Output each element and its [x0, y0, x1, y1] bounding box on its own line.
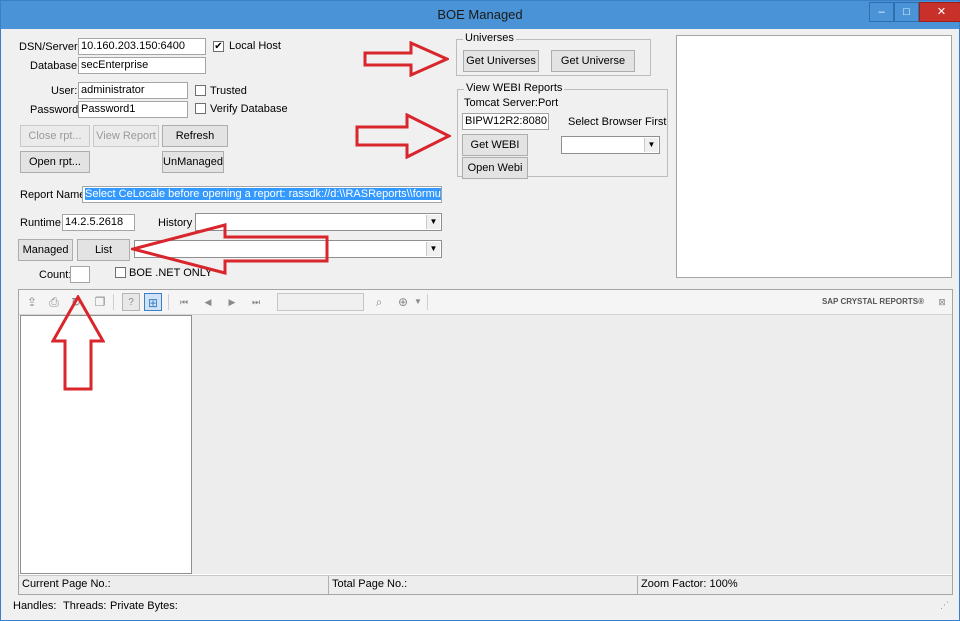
last-page-icon[interactable]: ⏭: [247, 293, 265, 311]
chevron-down-icon: ▼: [644, 138, 658, 152]
title-bar: BOE Managed – □ ✕: [1, 1, 960, 29]
open-rpt-button[interactable]: Open rpt...: [20, 151, 90, 173]
annotation-arrow-list-icon: [131, 223, 329, 275]
preview-panel: [676, 35, 952, 278]
annotation-arrow-universes-icon: [363, 41, 449, 77]
tomcat-label: Tomcat Server:Port: [464, 97, 559, 109]
goto-page-input[interactable]: [277, 293, 364, 311]
password-label: Password:: [30, 104, 82, 116]
binoculars-icon[interactable]: ⌕: [370, 293, 388, 311]
dsn-label: DSN/Server:: [19, 41, 81, 53]
trusted-label: Trusted: [210, 85, 247, 97]
zoom-factor-status: Zoom Factor: 100%: [641, 578, 738, 590]
previous-page-icon[interactable]: ◀: [199, 293, 217, 311]
first-page-icon[interactable]: ⏮: [175, 293, 193, 311]
minimize-button[interactable]: –: [869, 2, 894, 22]
list-button[interactable]: List: [77, 239, 130, 261]
current-page-status: Current Page No.:: [19, 576, 329, 594]
close-icon[interactable]: ⊠: [936, 293, 948, 311]
runtime-input[interactable]: 14.2.5.2618: [62, 214, 135, 231]
chevron-down-icon[interactable]: ▼: [409, 293, 427, 311]
local-host-label: Local Host: [229, 40, 281, 52]
chevron-down-icon: ▼: [426, 242, 440, 256]
annotation-arrow-tree-icon: [51, 295, 105, 391]
tomcat-input[interactable]: BIPW12R2:8080: [462, 113, 549, 130]
runtime-label: Runtime: [20, 217, 61, 229]
close-rpt-button[interactable]: Close rpt...: [20, 125, 90, 147]
window-title: BOE Managed: [437, 7, 523, 22]
local-host-checkbox[interactable]: ✔: [213, 41, 224, 52]
report-page-area: [192, 315, 952, 574]
close-button[interactable]: ✕: [919, 2, 960, 22]
group-tree-panel[interactable]: [20, 315, 192, 574]
refresh-button[interactable]: Refresh: [162, 125, 228, 147]
help-icon[interactable]: ?: [122, 293, 140, 311]
report-name-value: Select CeLocale before opening a report:…: [85, 188, 441, 200]
universes-group: Universes Get Universes Get Universe: [456, 32, 651, 76]
password-input[interactable]: Password1: [78, 101, 188, 118]
get-webi-button[interactable]: Get WEBI: [462, 134, 528, 156]
dsn-input[interactable]: 10.160.203.150:6400: [78, 38, 206, 55]
get-universe-button[interactable]: Get Universe: [551, 50, 635, 72]
app-window: BOE Managed – □ ✕ DSN/Server: 10.160.203…: [0, 0, 960, 621]
user-label: User:: [51, 85, 78, 97]
sap-crystal-brand: SAP CRYSTAL REPORTS®: [821, 297, 924, 306]
check-mark-icon: ✔: [214, 41, 223, 52]
universes-legend: Universes: [463, 32, 516, 44]
maximize-button[interactable]: □: [894, 2, 919, 22]
open-webi-button[interactable]: Open Webi: [462, 157, 528, 179]
annotation-arrow-webi-icon: [355, 113, 451, 159]
total-page-status: Total Page No.:: [329, 576, 638, 594]
crystal-report-viewer: ⇪ ⎙ ↻ ❐ ? ⊞ ⏮ ◀ ▶ ⏭ ⌕ ⊕ ▼ SAP CRYSTAL RE…: [18, 289, 953, 595]
database-input[interactable]: secEnterprise: [78, 57, 206, 74]
report-name-input[interactable]: Select CeLocale before opening a report:…: [82, 186, 442, 203]
database-label: Database:: [30, 60, 81, 72]
handles-label: Handles:: [13, 600, 57, 612]
user-input[interactable]: administrator: [78, 82, 188, 99]
get-universes-button[interactable]: Get Universes: [463, 50, 539, 72]
count-label: Count:: [39, 269, 72, 281]
count-input[interactable]: [70, 266, 90, 283]
trusted-checkbox[interactable]: [195, 85, 206, 96]
next-page-icon[interactable]: ▶: [223, 293, 241, 311]
form-area: DSN/Server: 10.160.203.150:6400 ✔ Local …: [9, 29, 953, 612]
webi-legend: View WEBI Reports: [464, 82, 565, 94]
resize-grip-icon[interactable]: ⋰: [940, 600, 949, 611]
export-icon[interactable]: ⇪: [23, 293, 41, 311]
viewer-toolbar: ⇪ ⎙ ↻ ❐ ? ⊞ ⏮ ◀ ▶ ⏭ ⌕ ⊕ ▼ SAP CRYSTAL RE…: [19, 290, 952, 315]
group-tree-icon[interactable]: ⊞: [144, 293, 162, 311]
viewer-statusbar: Current Page No.: Total Page No.: Zoom F…: [19, 575, 952, 594]
chevron-down-icon: ▼: [426, 215, 440, 229]
webi-group: View WEBI Reports Tomcat Server:Port BIP…: [457, 82, 668, 179]
select-browser-label: Select Browser First: [568, 116, 667, 128]
unmanaged-button[interactable]: UnManaged: [162, 151, 224, 173]
managed-button[interactable]: Managed: [18, 239, 73, 261]
verify-database-checkbox[interactable]: [195, 103, 206, 114]
private-bytes-label: Private Bytes:: [110, 600, 178, 612]
boe-net-only-checkbox[interactable]: [115, 267, 126, 278]
threads-label: Threads:: [63, 600, 107, 612]
view-report-button[interactable]: View Report: [93, 125, 159, 147]
browser-select[interactable]: ▼: [561, 136, 660, 154]
verify-database-label: Verify Database: [210, 103, 288, 115]
report-name-label: Report Name:: [20, 189, 89, 201]
